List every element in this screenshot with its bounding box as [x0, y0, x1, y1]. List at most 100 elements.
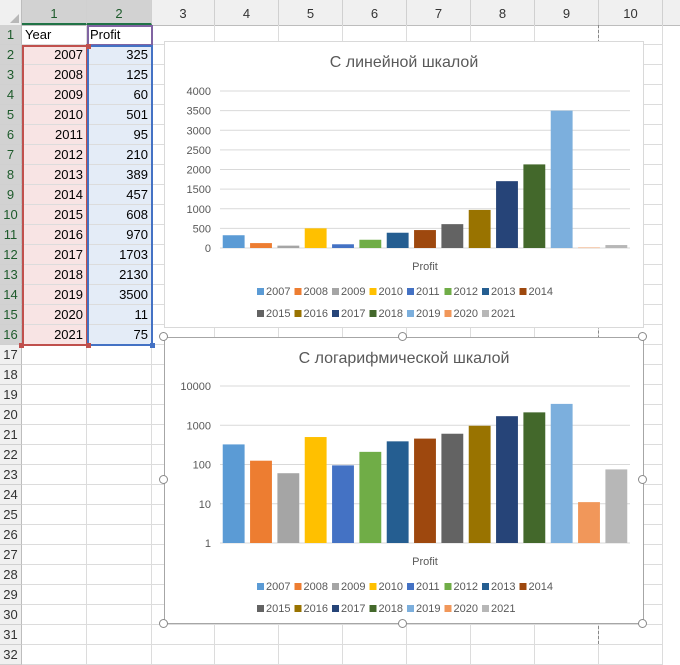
- year-cell[interactable]: 2014: [22, 185, 87, 205]
- row-header[interactable]: 19: [0, 385, 22, 405]
- row-header[interactable]: 29: [0, 585, 22, 605]
- grid-cell[interactable]: [152, 625, 215, 645]
- column-header[interactable]: 6: [343, 0, 407, 25]
- profit-cell[interactable]: 457: [87, 185, 152, 205]
- year-cell[interactable]: 2020: [22, 305, 87, 325]
- grid-cell[interactable]: [22, 565, 87, 585]
- row-header[interactable]: 6: [0, 125, 22, 145]
- column-header[interactable]: 3: [152, 0, 215, 25]
- grid-cell[interactable]: [599, 625, 663, 645]
- chart-resize-handle[interactable]: [638, 475, 647, 484]
- profit-cell[interactable]: 60: [87, 85, 152, 105]
- year-cell[interactable]: 2007: [22, 45, 87, 65]
- profit-cell[interactable]: 3500: [87, 285, 152, 305]
- row-header[interactable]: 15: [0, 305, 22, 325]
- grid-cell[interactable]: [87, 345, 152, 365]
- range-resize-handle[interactable]: [19, 343, 24, 348]
- row-header[interactable]: 21: [0, 425, 22, 445]
- select-all-corner[interactable]: [0, 0, 22, 25]
- profit-cell[interactable]: 389: [87, 165, 152, 185]
- grid-cell[interactable]: [87, 445, 152, 465]
- grid-cell[interactable]: [22, 345, 87, 365]
- log-scale-chart[interactable]: С логарифмической шкалой 1 10 100 1000 10000…: [164, 337, 644, 624]
- column-header[interactable]: 5: [279, 0, 343, 25]
- row-header[interactable]: 3: [0, 65, 22, 85]
- range-resize-handle[interactable]: [150, 343, 155, 348]
- row-header[interactable]: 12: [0, 245, 22, 265]
- chart-resize-handle[interactable]: [398, 332, 407, 341]
- grid-cell[interactable]: [87, 585, 152, 605]
- row-header[interactable]: 1: [0, 25, 22, 45]
- grid-cell[interactable]: [279, 645, 343, 665]
- row-header[interactable]: 25: [0, 505, 22, 525]
- grid-cell[interactable]: [535, 645, 599, 665]
- chart-resize-handle[interactable]: [159, 475, 168, 484]
- column-header[interactable]: 4: [215, 0, 279, 25]
- grid-cell[interactable]: [87, 605, 152, 625]
- row-header[interactable]: 8: [0, 165, 22, 185]
- chart-resize-handle[interactable]: [159, 332, 168, 341]
- year-cell[interactable]: 2010: [22, 105, 87, 125]
- row-header[interactable]: 16: [0, 325, 22, 345]
- column-header[interactable]: 7: [407, 0, 471, 25]
- grid-cell[interactable]: [87, 385, 152, 405]
- year-cell[interactable]: 2009: [22, 85, 87, 105]
- row-header[interactable]: 28: [0, 565, 22, 585]
- chart-resize-handle[interactable]: [638, 619, 647, 628]
- grid-cell[interactable]: [22, 585, 87, 605]
- grid-cell[interactable]: [87, 405, 152, 425]
- profit-cell[interactable]: 501: [87, 105, 152, 125]
- profit-cell[interactable]: 75: [87, 325, 152, 345]
- year-cell[interactable]: 2011: [22, 125, 87, 145]
- year-cell[interactable]: 2018: [22, 265, 87, 285]
- grid-cell[interactable]: [599, 645, 663, 665]
- column-header[interactable]: 2: [87, 0, 152, 25]
- profit-cell[interactable]: 2130: [87, 265, 152, 285]
- row-header[interactable]: 17: [0, 345, 22, 365]
- grid-cell[interactable]: [22, 385, 87, 405]
- column-header[interactable]: 8: [471, 0, 535, 25]
- grid-cell[interactable]: [407, 625, 471, 645]
- grid-cell[interactable]: [22, 465, 87, 485]
- grid-cell[interactable]: [87, 425, 152, 445]
- profit-cell[interactable]: 95: [87, 125, 152, 145]
- grid-cell[interactable]: [87, 505, 152, 525]
- grid-cell[interactable]: [22, 645, 87, 665]
- grid-cell[interactable]: [22, 545, 87, 565]
- profit-cell[interactable]: 210: [87, 145, 152, 165]
- grid-cell[interactable]: [471, 645, 535, 665]
- year-cell[interactable]: 2013: [22, 165, 87, 185]
- row-header[interactable]: 20: [0, 405, 22, 425]
- row-header[interactable]: 31: [0, 625, 22, 645]
- row-header[interactable]: 26: [0, 525, 22, 545]
- profit-cell[interactable]: 608: [87, 205, 152, 225]
- profit-cell[interactable]: 970: [87, 225, 152, 245]
- grid-cell[interactable]: [87, 525, 152, 545]
- year-cell[interactable]: 2012: [22, 145, 87, 165]
- grid-cell[interactable]: [87, 565, 152, 585]
- grid-cell[interactable]: [87, 485, 152, 505]
- chart-resize-handle[interactable]: [398, 619, 407, 628]
- profit-cell[interactable]: 325: [87, 45, 152, 65]
- linear-scale-chart[interactable]: С линейной шкалой 0 500 1000 1500 2000 2500 30…: [164, 41, 644, 328]
- grid-cell[interactable]: [87, 545, 152, 565]
- grid-cell[interactable]: [22, 505, 87, 525]
- grid-cell[interactable]: [343, 645, 407, 665]
- row-header[interactable]: 10: [0, 205, 22, 225]
- row-header[interactable]: 9: [0, 185, 22, 205]
- row-header[interactable]: 5: [0, 105, 22, 125]
- grid-cell[interactable]: [279, 625, 343, 645]
- grid-cell[interactable]: [22, 405, 87, 425]
- chart-resize-handle[interactable]: [638, 332, 647, 341]
- year-cell[interactable]: 2008: [22, 65, 87, 85]
- grid-cell[interactable]: [22, 525, 87, 545]
- grid-cell[interactable]: [22, 445, 87, 465]
- chart-resize-handle[interactable]: [159, 619, 168, 628]
- grid-cell[interactable]: [535, 625, 599, 645]
- grid-cell[interactable]: [22, 605, 87, 625]
- grid-cell[interactable]: [87, 365, 152, 385]
- grid-cell[interactable]: [343, 625, 407, 645]
- row-header[interactable]: 32: [0, 645, 22, 665]
- year-cell[interactable]: 2017: [22, 245, 87, 265]
- header-cell-year[interactable]: Year: [22, 25, 87, 45]
